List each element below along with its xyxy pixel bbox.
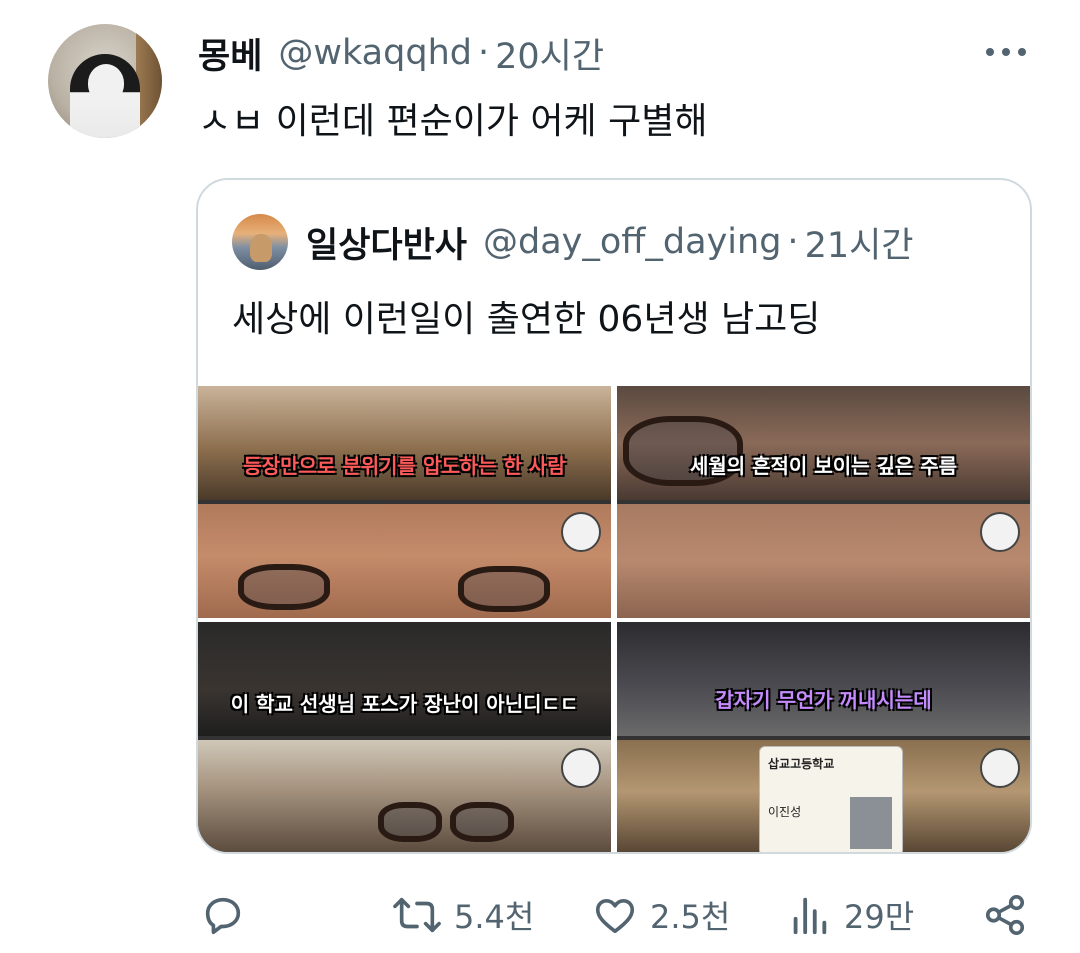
- media-caption: 이 학교 선생님 포스가 장난이 아닌디ㄷㄷ: [230, 692, 579, 716]
- watermark-logo: [980, 512, 1020, 552]
- tweet: 몽베 @wkaqqhd · 20시간 ㅅㅂ 이런데 편순이가 어케 구별해 일상…: [0, 0, 1080, 953]
- more-dot: [1002, 48, 1010, 56]
- more-options-icon[interactable]: [986, 40, 1026, 64]
- media-caption: 등장만으로 분위기를 압도하는 한 사람: [243, 454, 566, 478]
- quoted-tweet-timestamp[interactable]: 21시간: [805, 217, 914, 268]
- media-caption: 갑자기 무언가 꺼내시는데: [715, 688, 932, 712]
- author-avatar[interactable]: [48, 24, 162, 138]
- action-bar: 5.4천 2.5천 29만: [0, 880, 1080, 952]
- frame-top: [198, 386, 611, 500]
- like-button[interactable]: 2.5천: [592, 892, 730, 938]
- more-dot: [986, 48, 994, 56]
- author-name[interactable]: 몽베: [198, 28, 262, 79]
- views-icon: [793, 897, 827, 935]
- watermark-logo: [561, 748, 601, 788]
- retweet-count: 5.4천: [454, 898, 535, 936]
- frame-top: [617, 622, 1030, 736]
- id-card-school: 삽교고등학교: [768, 757, 835, 771]
- views-count: 29만: [844, 898, 915, 936]
- id-card-name: 이진성: [768, 805, 802, 819]
- quoted-header-separator: ·: [787, 222, 799, 262]
- quoted-tweet-text: 세상에 이런일이 출연한 06년생 남고딩: [232, 299, 821, 340]
- more-dot: [1018, 48, 1026, 56]
- avatar-dog-face: [88, 64, 124, 102]
- reply-button[interactable]: [200, 892, 258, 938]
- retweet-button[interactable]: 5.4천: [392, 892, 534, 938]
- tweet-timestamp[interactable]: 20시간: [495, 28, 604, 79]
- views-button[interactable]: 29만: [786, 892, 914, 938]
- id-card-photo: [850, 797, 892, 849]
- media-image-2[interactable]: 세월의 흔적이 보이는 깊은 주름: [617, 386, 1030, 618]
- frame-bottom: [198, 740, 611, 852]
- share-button[interactable]: [982, 892, 1040, 938]
- media-image-4[interactable]: 삽교고등학교 이진성 갑자기 무언가 꺼내시는데: [617, 622, 1030, 852]
- author-handle[interactable]: @wkaqqhd: [278, 33, 472, 73]
- glasses-shape: [458, 566, 550, 612]
- media-image-3[interactable]: 이 학교 선생님 포스가 장난이 아닌디ㄷㄷ: [198, 622, 611, 852]
- frame-bottom: [617, 504, 1030, 618]
- reply-icon: [205, 897, 241, 935]
- watermark-logo: [980, 748, 1020, 788]
- frame-bottom: 삽교고등학교 이진성: [617, 740, 1030, 852]
- media-caption: 세월의 흔적이 보이는 깊은 주름: [689, 454, 958, 478]
- quoted-author-handle[interactable]: @day_off_daying: [483, 222, 781, 262]
- share-icon: [985, 894, 1025, 936]
- like-count: 2.5천: [650, 898, 731, 936]
- glasses-shape: [378, 802, 442, 842]
- frame-top: [198, 622, 611, 736]
- student-id-card: 삽교고등학교 이진성: [759, 746, 903, 852]
- retweet-icon: [393, 897, 441, 933]
- frame-bottom: [198, 504, 611, 618]
- media-grid: 등장만으로 분위기를 압도하는 한 사람 세월의 흔적이 보이는 깊은 주름 이…: [198, 386, 1030, 852]
- quoted-author-name[interactable]: 일상다반사: [306, 217, 467, 268]
- glasses-shape: [238, 564, 330, 610]
- glasses-shape: [450, 802, 514, 842]
- media-image-1[interactable]: 등장만으로 분위기를 압도하는 한 사람: [198, 386, 611, 618]
- header-separator: ·: [477, 33, 490, 73]
- quoted-avatar-puppy: [250, 234, 272, 262]
- tweet-text: ㅅㅂ 이런데 편순이가 어케 구별해: [198, 101, 708, 142]
- quoted-tweet[interactable]: 일상다반사 @day_off_daying · 21시간 세상에 이런일이 출연…: [196, 178, 1032, 854]
- tweet-header: 몽베 @wkaqqhd · 20시간: [198, 28, 604, 79]
- quoted-author-avatar[interactable]: [232, 214, 288, 270]
- heart-icon: [595, 898, 635, 934]
- frame-top: [617, 386, 1030, 500]
- watermark-logo: [561, 512, 601, 552]
- quoted-tweet-header: 일상다반사 @day_off_daying · 21시간: [306, 220, 914, 266]
